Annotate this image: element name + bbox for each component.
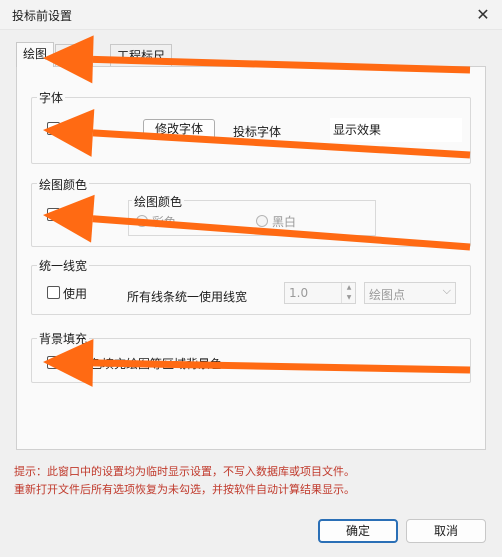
bw-radio-label: 黑白 [272,215,297,229]
linewidth-unit-combo[interactable]: 绘图点 ⌵ [364,282,456,304]
close-icon[interactable]: ✕ [472,4,494,26]
linewidth-spinner[interactable]: 1.0 ▲ ▼ [284,282,356,304]
color-use-checkbox[interactable] [47,208,60,221]
window-title: 投标前设置 [12,9,73,23]
fill-group-title: 背景填充 [37,330,90,347]
fill-use-checkbox[interactable] [47,356,60,369]
linewidth-use-label: 使用 [63,287,88,301]
chevron-down-icon[interactable]: ▼ [342,293,356,303]
linewidth-value: 1.0 [289,286,309,300]
color-radio-label: 彩色 [152,215,177,229]
tab-2[interactable]: …图 [55,44,94,66]
bw-radio[interactable] [256,215,268,227]
color-radio[interactable] [136,215,148,227]
tab-drawing[interactable]: 绘图 [16,42,55,67]
linewidth-unit-value: 绘图点 [369,288,406,302]
font-use-label: 使用 [66,123,91,137]
font-group-title: 字体 [37,89,66,106]
linewidth-group-title: 统一线宽 [37,257,90,274]
ok-button[interactable]: 确定 [318,519,398,543]
font-field-label: 投标字体 [233,125,282,139]
linewidth-desc: 所有线条统一使用线宽 [127,290,248,304]
color-group-title: 绘图颜色 [37,176,90,193]
modify-font-button[interactable]: 修改字体 [143,119,215,139]
hint-line-1: 提示：此窗口中的设置均为临时显示设置，不写入数据库或项目文件。 [14,465,355,478]
chevron-down-icon: ⌵ [442,284,451,297]
chevron-up-icon[interactable]: ▲ [342,283,356,293]
title-bar: 投标前设置 ✕ [0,0,502,30]
font-preview-box: 显示效果 [330,118,462,142]
fill-use-label: 用底色填充绘图等区域背景色 [66,357,223,371]
linewidth-use-checkbox[interactable] [47,286,60,299]
hint-line-2: 重新打开文件后所有选项恢复为未勾选，并按软件自动计算结果显示。 [14,483,355,496]
cancel-button[interactable]: 取消 [406,519,486,543]
tab-engineering-ruler[interactable]: 工程标尺 [110,44,173,66]
font-preview-text: 显示效果 [333,123,382,137]
font-use-checkbox[interactable] [47,122,60,135]
color-subgroup-title: 绘图颜色 [132,193,185,210]
